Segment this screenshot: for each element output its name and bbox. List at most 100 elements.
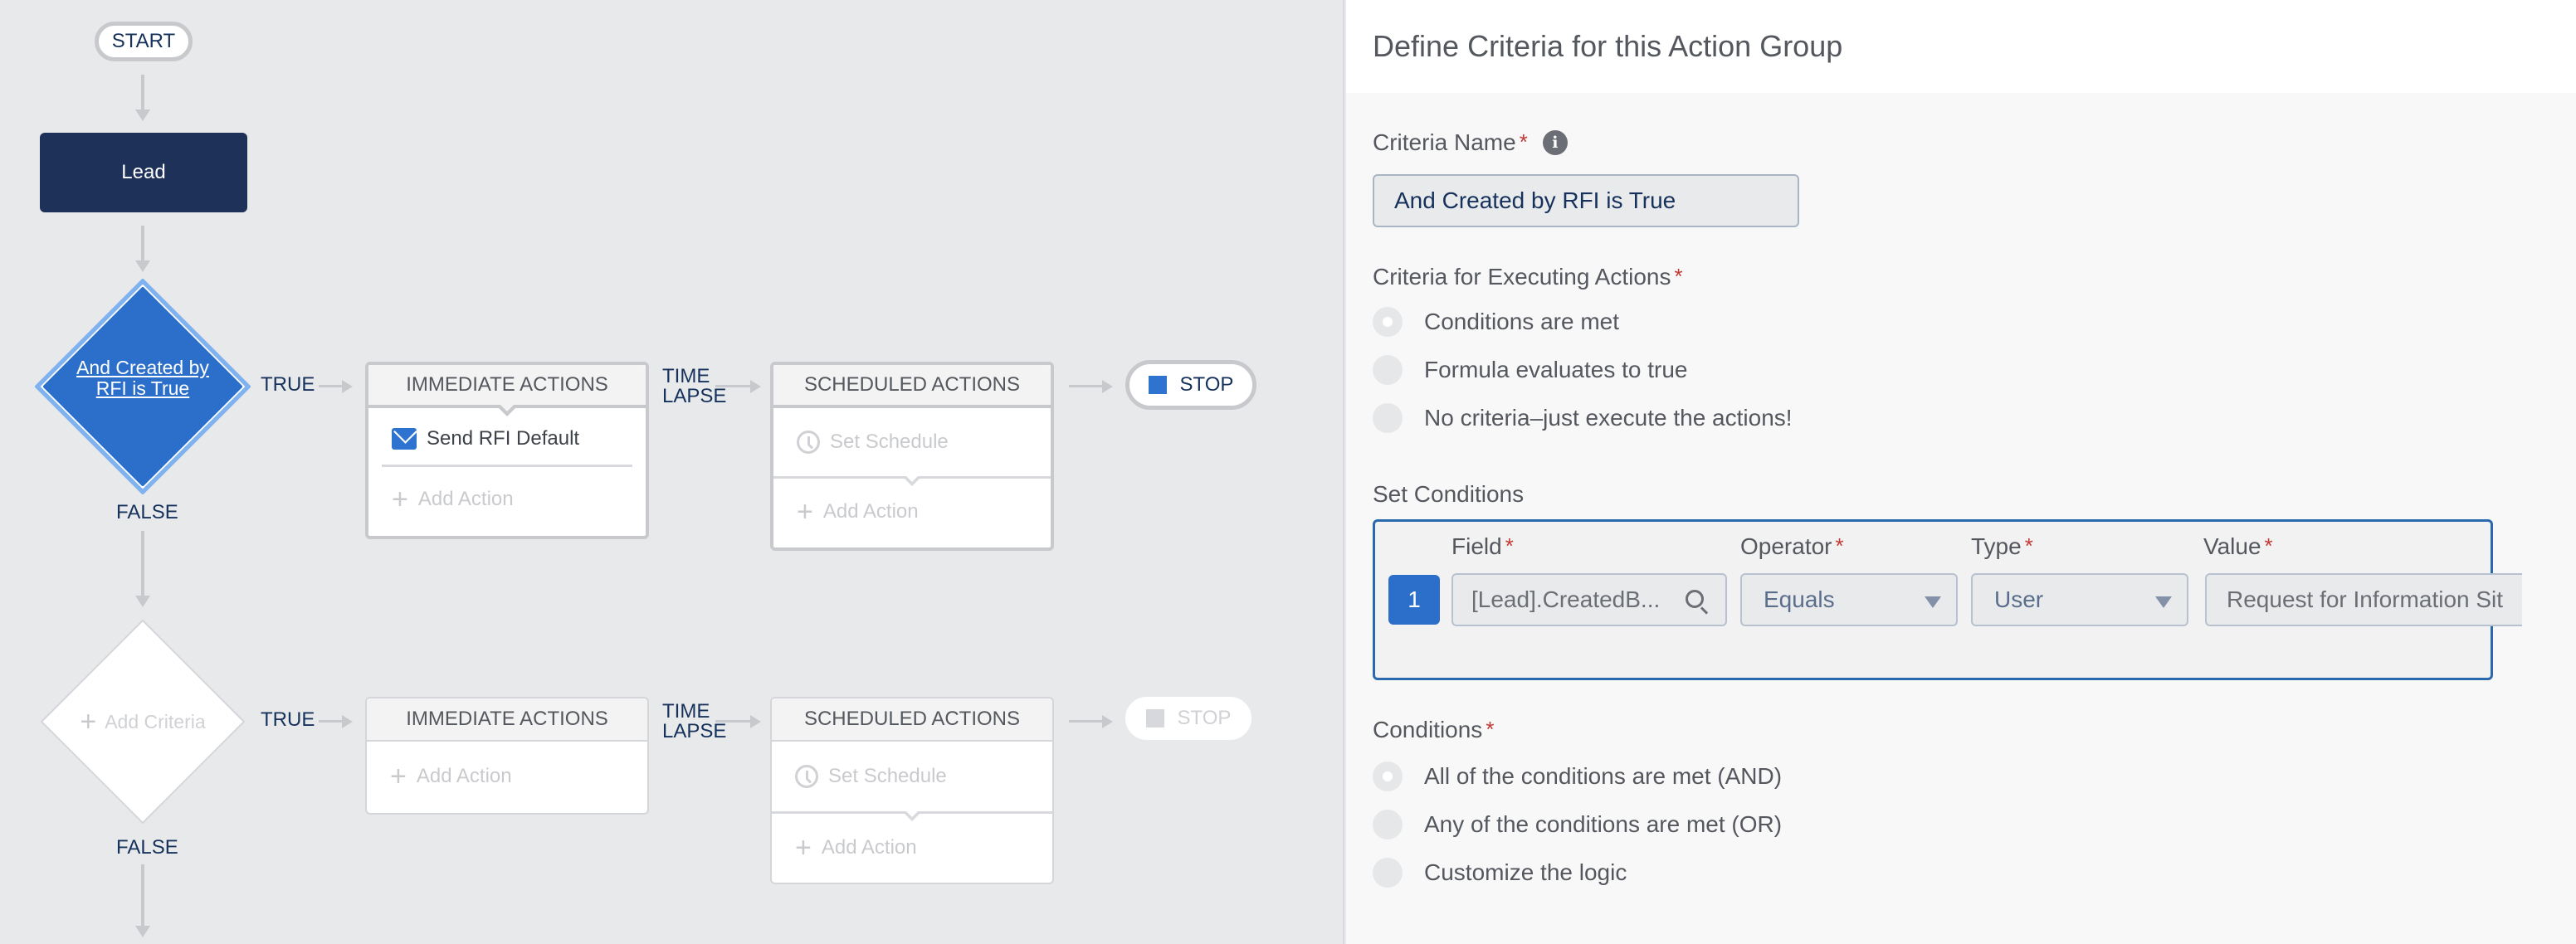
immediate-actions-header: IMMEDIATE ACTIONS <box>367 698 647 742</box>
connector-line <box>319 385 344 387</box>
arrow-head-icon <box>1102 380 1113 393</box>
criteria-node-1[interactable]: And Created by RFI is True <box>35 279 251 494</box>
set-schedule-button[interactable]: Set Schedule <box>773 408 1051 476</box>
radio-button[interactable] <box>1373 810 1403 839</box>
start-label: START <box>111 30 176 52</box>
connector-line <box>141 531 144 597</box>
add-action-label: Add Action <box>822 500 919 523</box>
radio-conditions-are-met[interactable]: Conditions are met <box>1373 307 1619 337</box>
criteria-name-label-text: Criteria Name <box>1373 129 1516 155</box>
criteria-name-label: Criteria Name * i <box>1373 129 1568 156</box>
add-action-label: Add Action <box>417 488 514 510</box>
immediate-actions-box-2: IMMEDIATE ACTIONS + Add Action <box>365 697 649 815</box>
column-header-field: Field * <box>1451 533 1514 560</box>
time-lapse-line1: TIME <box>662 365 710 387</box>
arrow-head-icon <box>750 380 761 393</box>
object-label: Lead <box>121 161 166 183</box>
scheduled-actions-title: SCHEDULED ACTIONS <box>803 373 1021 396</box>
scheduled-actions-header: SCHEDULED ACTIONS <box>773 365 1051 408</box>
stop-icon <box>1148 376 1167 394</box>
radio-label: Formula evaluates to true <box>1424 357 1688 382</box>
conditions-logic-label: Conditions * <box>1373 717 1494 743</box>
connector-line <box>319 720 344 723</box>
radio-button[interactable] <box>1373 762 1403 791</box>
clock-icon <box>795 765 818 788</box>
true-label: TRUE <box>261 708 315 731</box>
required-marker: * <box>1505 533 1514 558</box>
immediate-actions-header: IMMEDIATE ACTIONS <box>368 365 646 416</box>
executing-criteria-label: Criteria for Executing Actions * <box>1373 264 1683 290</box>
scheduled-actions-box-1: SCHEDULED ACTIONS Set Schedule + Add Act… <box>770 362 1054 551</box>
operator-select[interactable]: Equals <box>1740 573 1958 626</box>
scheduled-actions-header: SCHEDULED ACTIONS <box>772 698 1052 742</box>
criteria-node-1-link[interactable]: And Created by RFI is True <box>68 279 217 494</box>
search-icon[interactable] <box>1686 590 1704 608</box>
add-action-label: Add Action <box>416 765 512 787</box>
arrow-head-icon <box>342 380 353 393</box>
notch <box>904 811 920 821</box>
divider <box>773 476 1051 486</box>
action-label: Send RFI Default <box>427 427 580 450</box>
notch <box>497 405 517 416</box>
info-icon[interactable]: i <box>1542 130 1568 155</box>
connector-line <box>715 720 752 723</box>
time-lapse-line2: LAPSE <box>662 720 727 742</box>
false-label: FALSE <box>116 501 178 523</box>
column-header-type: Type * <box>1971 533 2033 560</box>
connector-line <box>141 226 144 262</box>
radio-all-conditions[interactable]: All of the conditions are met (AND) <box>1373 762 1782 791</box>
immediate-actions-box-1: IMMEDIATE ACTIONS Send RFI Default + Add… <box>365 362 649 539</box>
notch <box>904 476 920 486</box>
add-action-button[interactable]: + Add Action <box>773 479 1051 545</box>
chevron-down-icon <box>1925 596 1941 608</box>
arrow-head-icon <box>1102 715 1113 728</box>
radio-any-conditions[interactable]: Any of the conditions are met (OR) <box>1373 810 1782 839</box>
required-marker: * <box>1674 264 1683 289</box>
add-criteria-node[interactable]: + Add Criteria <box>38 617 247 826</box>
conditions-label-text: Conditions <box>1373 717 1483 742</box>
required-marker: * <box>1486 717 1495 742</box>
process-canvas: START Lead And Created by RFI is True TR… <box>0 0 1344 944</box>
radio-button[interactable] <box>1373 858 1403 888</box>
radio-no-criteria[interactable]: No criteria–just execute the actions! <box>1373 403 1793 433</box>
radio-label: Any of the conditions are met (OR) <box>1424 811 1783 837</box>
field-lookup-input[interactable]: [Lead].CreatedB... <box>1451 573 1727 626</box>
criteria-panel: Define Criteria for this Action Group Cr… <box>1346 0 2576 944</box>
stop-node-1[interactable]: STOP <box>1125 360 1256 410</box>
add-action-button[interactable]: + Add Action <box>368 467 646 532</box>
add-action-button[interactable]: + Add Action <box>772 814 1052 882</box>
connector-line <box>1069 385 1104 387</box>
value-text: Request for Information Sit <box>2227 586 2504 612</box>
connector-line <box>1069 720 1104 723</box>
required-marker: * <box>2024 533 2033 558</box>
radio-label: Conditions are met <box>1424 309 1620 334</box>
clock-icon <box>797 431 820 454</box>
plus-icon: + <box>392 484 408 515</box>
column-label: Value <box>2203 533 2261 559</box>
false-label: FALSE <box>116 836 178 859</box>
panel-header: Define Criteria for this Action Group <box>1346 0 2576 93</box>
required-marker: * <box>1835 533 1844 558</box>
scheduled-actions-title: SCHEDULED ACTIONS <box>803 708 1021 730</box>
radio-button[interactable] <box>1373 355 1403 385</box>
add-criteria-label: Add Criteria <box>105 710 206 732</box>
action-item[interactable]: Send RFI Default <box>368 413 646 465</box>
connector-line <box>141 75 144 111</box>
value-input[interactable]: Request for Information Sit <box>2205 573 2522 626</box>
radio-button[interactable] <box>1373 307 1403 337</box>
column-label: Operator <box>1740 533 1832 559</box>
start-node: START <box>95 22 193 61</box>
add-criteria-button[interactable]: + Add Criteria <box>55 617 231 826</box>
radio-label: All of the conditions are met (AND) <box>1424 763 1783 789</box>
object-node-lead[interactable]: Lead <box>40 133 247 212</box>
time-lapse-line2: LAPSE <box>662 385 727 407</box>
type-select[interactable]: User <box>1971 573 2188 626</box>
radio-formula-evaluates[interactable]: Formula evaluates to true <box>1373 355 1688 385</box>
radio-button[interactable] <box>1373 403 1403 433</box>
radio-customize-logic[interactable]: Customize the logic <box>1373 858 1627 888</box>
stop-icon <box>1145 709 1164 727</box>
set-schedule-button[interactable]: Set Schedule <box>772 742 1052 811</box>
column-header-value: Value * <box>2203 533 2273 560</box>
criteria-name-input[interactable]: And Created by RFI is True <box>1373 174 1799 227</box>
add-action-button[interactable]: + Add Action <box>367 742 647 811</box>
